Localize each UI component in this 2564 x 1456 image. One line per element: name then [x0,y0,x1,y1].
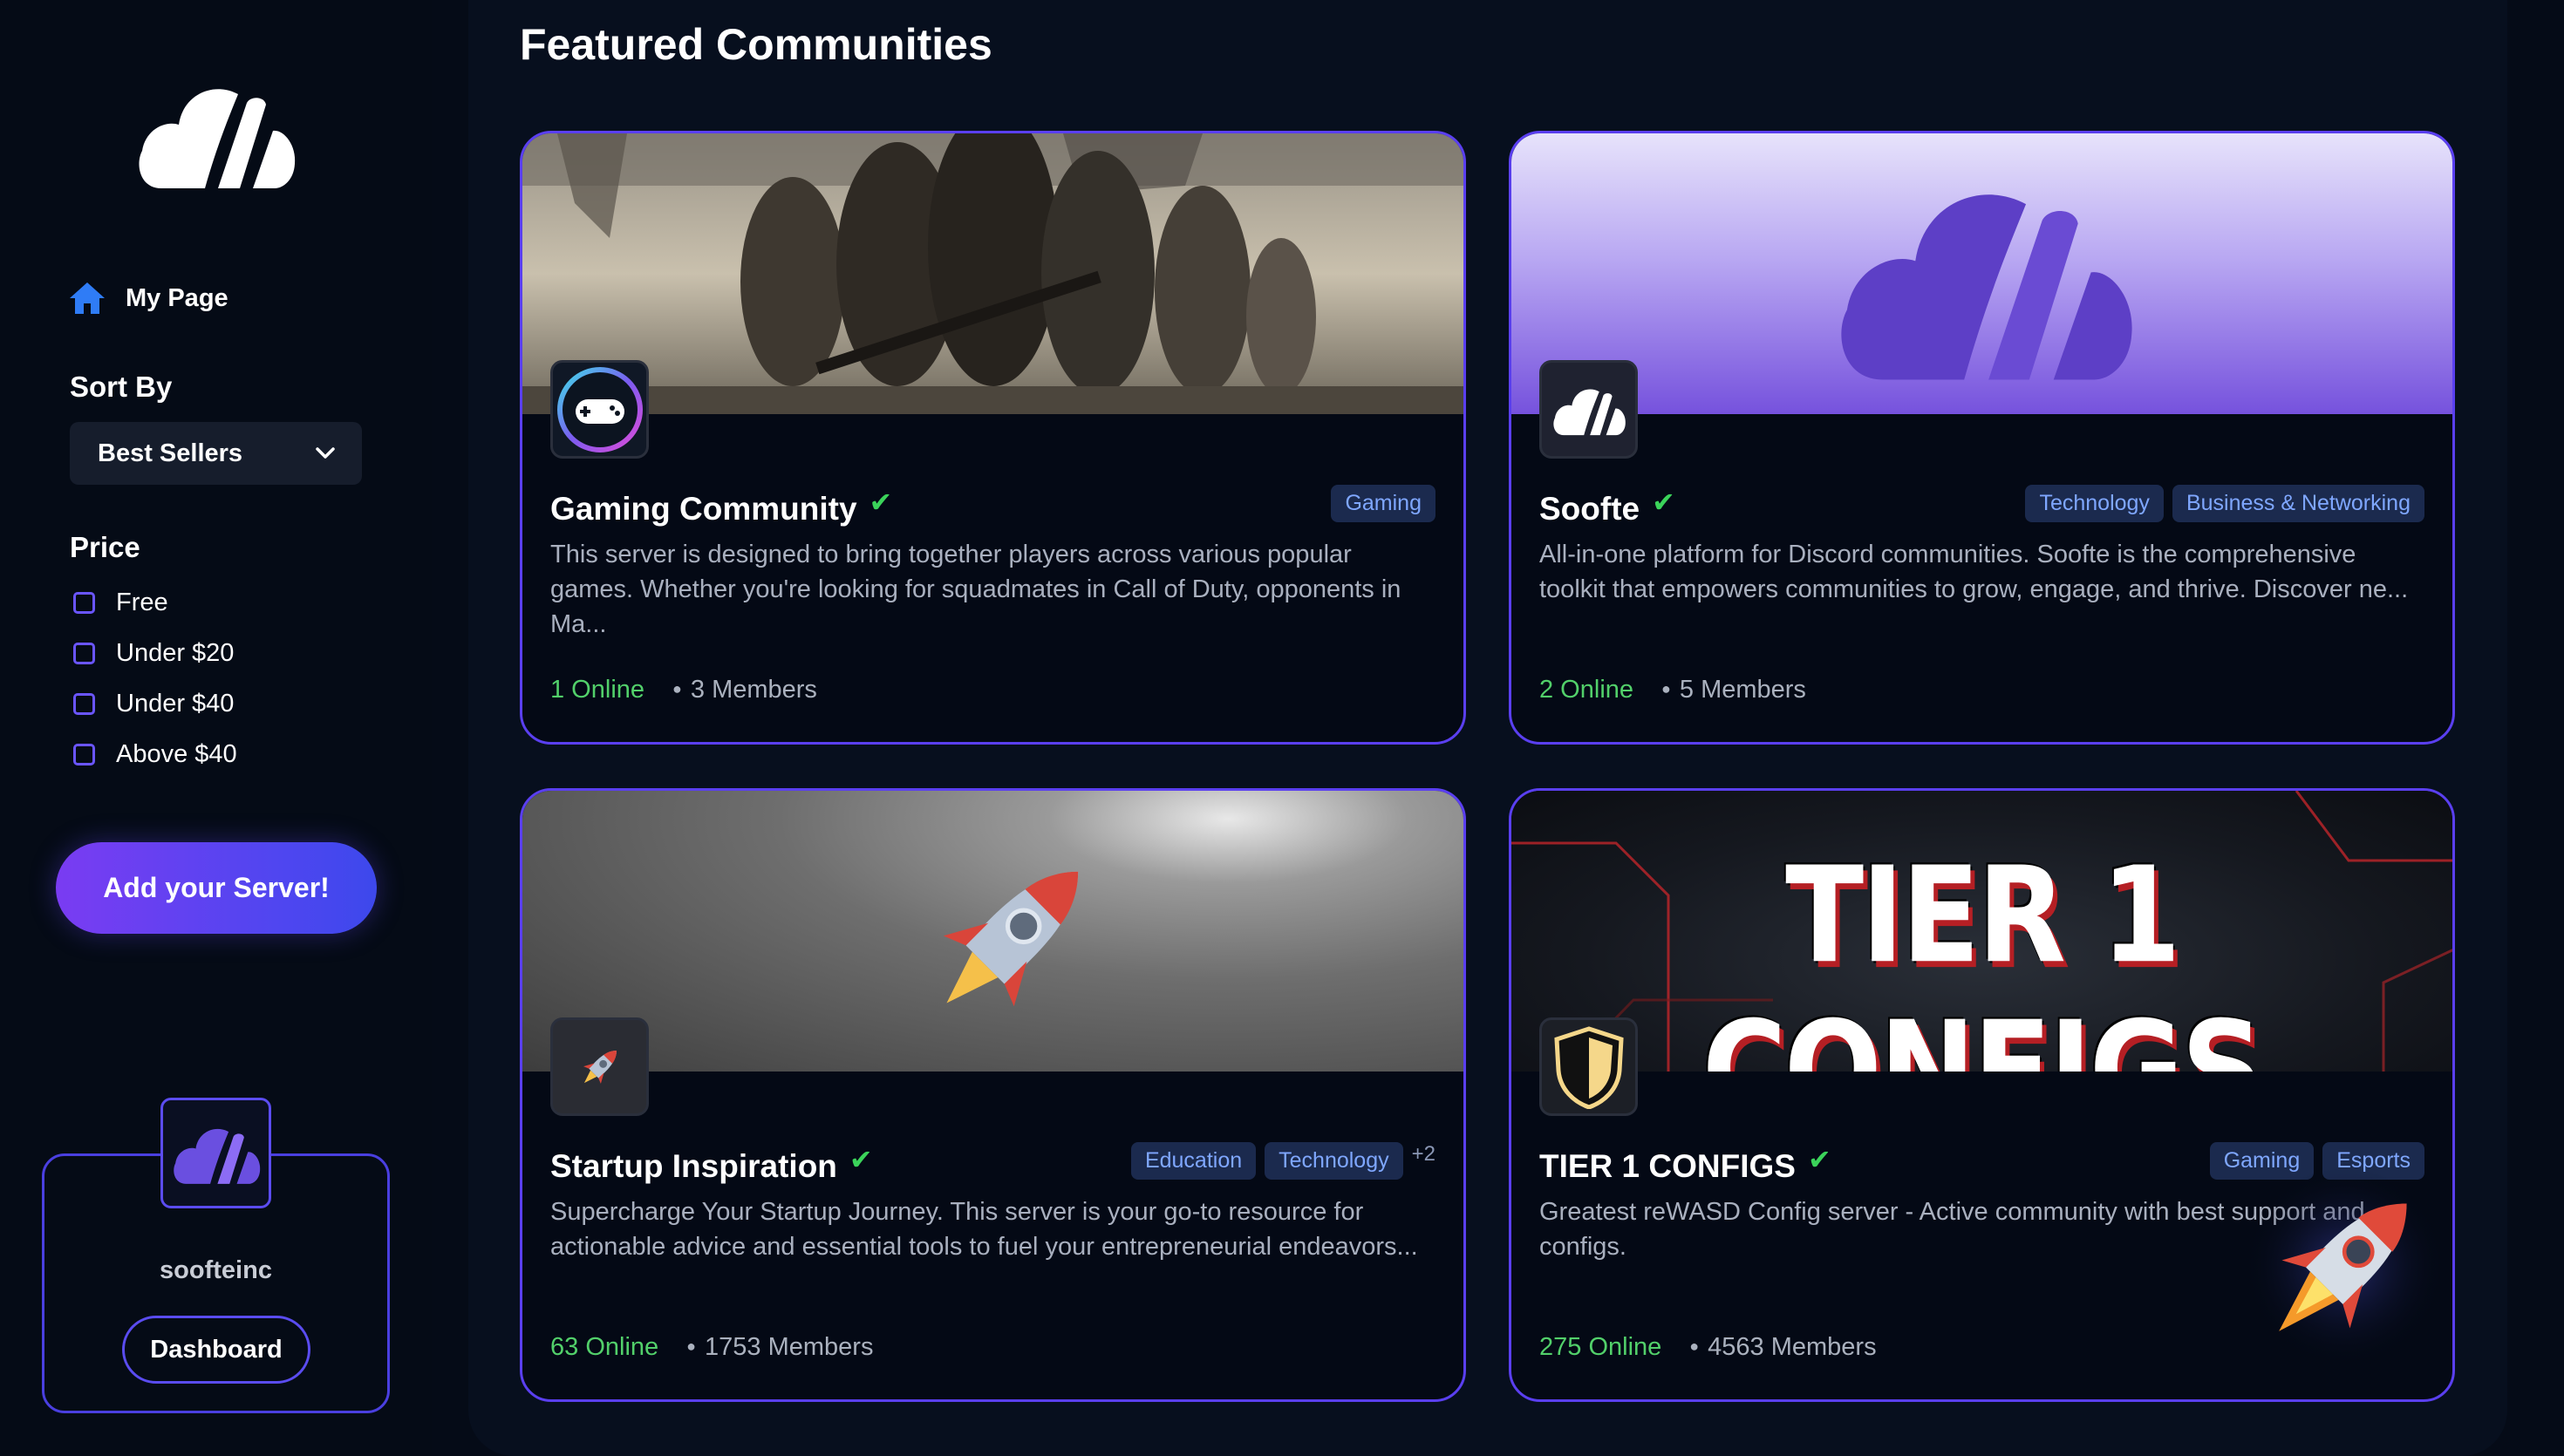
card-title: Startup Inspiration ✔ [550,1144,873,1185]
soofte-cloud-icon [173,1128,260,1184]
card-tags: Technology Business & Networking [2025,485,2424,522]
community-card-soofte[interactable]: Soofte ✔ Technology Business & Networkin… [1509,131,2455,745]
card-description: Supercharge Your Startup Journey. This s… [550,1198,1418,1261]
user-avatar[interactable] [160,1098,271,1208]
verified-check-icon: ✔ [1652,486,1675,518]
rocket-floating-icon[interactable] [2244,1166,2445,1366]
card-icon [550,360,649,459]
member-count: 3 Members [672,676,817,704]
online-count: 275 Online [1539,1333,1662,1361]
card-tags: Education Technology +2 [1130,1142,1435,1180]
home-icon [70,282,105,314]
card-title: TIER 1 CONFIGS ✔ [1539,1144,1831,1185]
sort-by-title: Sort By [70,371,173,403]
card-title: Gaming Community ✔ [550,486,892,527]
card-description: This server is designed to bring togethe… [550,541,1401,638]
price-option-label: Under $40 [116,690,235,718]
tag-badge[interactable]: Education [1130,1142,1257,1180]
member-count: 4563 Members [1689,1333,1876,1362]
verified-check-icon: ✔ [869,486,893,518]
verified-check-icon: ✔ [1807,1144,1831,1175]
more-tags-count[interactable]: +2 [1412,1142,1435,1167]
card-description: All-in-one platform for Discord communit… [1539,541,2409,603]
shield-icon [1553,1025,1624,1109]
card-banner: TIER 1 CONFIGS [1511,791,2452,1072]
card-title-text: Gaming Community [550,491,857,527]
rocket-icon [583,1050,617,1084]
card-icon [1539,1017,1638,1116]
sidebar: My Page Sort By Best Sellers Price Free … [0,0,432,1456]
card-stats: 2 Online 5 Members [1539,676,1806,704]
card-stats: 1 Online 3 Members [550,676,817,704]
price-option-under-40[interactable]: Under $40 [73,690,234,718]
add-server-button[interactable]: Add your Server! [56,842,377,934]
price-option-under-20[interactable]: Under $20 [73,639,234,668]
tag-badge[interactable]: Technology [2025,485,2164,522]
price-option-label: Above $40 [116,740,237,768]
card-title-text: Startup Inspiration [550,1148,837,1184]
price-option-label: Under $20 [116,639,235,667]
price-option-above-40[interactable]: Above $40 [73,740,237,769]
card-banner [522,133,1463,414]
soldiers-banner-image [522,133,1463,414]
tag-badge[interactable]: Gaming [1331,485,1435,522]
card-stats: 63 Online 1753 Members [550,1333,873,1362]
card-banner [1511,133,2452,414]
tag-badge[interactable]: Business & Networking [2172,485,2424,522]
verified-check-icon: ✔ [849,1144,873,1175]
card-title-text: TIER 1 CONFIGS [1539,1148,1796,1184]
online-count: 2 Online [1539,676,1634,704]
community-card-tier1-configs[interactable]: TIER 1 CONFIGS TIER 1 CONFIGS ✔ Gaming E… [1509,788,2455,1402]
price-option-label: Free [116,589,168,616]
sort-by-value: Best Sellers [98,439,243,467]
price-checkbox[interactable] [73,592,95,614]
card-banner [522,791,1463,1072]
price-checkbox[interactable] [73,643,95,664]
rocket-banner-image [943,871,1079,1007]
dashboard-button[interactable]: Dashboard [122,1316,310,1384]
community-card-gaming[interactable]: Gaming Community ✔ Gaming This server is… [520,131,1466,745]
price-checkbox[interactable] [73,744,95,765]
nav-my-page-label: My Page [126,283,228,312]
online-count: 63 Online [550,1333,659,1361]
card-title: Soofte ✔ [1539,486,1675,527]
username: soofteinc [160,1256,272,1284]
soofte-banner-logo [1841,194,2132,380]
price-option-free[interactable]: Free [73,589,168,617]
community-card-startup-inspiration[interactable]: Startup Inspiration ✔ Education Technolo… [520,788,1466,1402]
chevron-down-icon [316,447,335,459]
price-checkbox[interactable] [73,693,95,715]
card-icon [1539,360,1638,459]
nav-my-page[interactable]: My Page [68,281,228,316]
tag-badge[interactable]: Technology [1265,1142,1403,1180]
card-tags: Gaming [1331,485,1435,522]
soofte-cloud-icon [1552,389,1626,435]
member-count: 1753 Members [686,1333,873,1362]
card-stats: 275 Online 4563 Members [1539,1333,1877,1362]
online-count: 1 Online [550,676,645,704]
gamepad-icon [556,366,643,452]
banner-text: TIER 1 CONFIGS [1701,838,2264,1072]
card-title-text: Soofte [1539,491,1640,527]
price-title: Price [70,531,140,563]
soofte-logo[interactable] [135,77,297,190]
page-title: Featured Communities [520,20,992,69]
member-count: 5 Members [1661,676,1806,704]
sort-by-select[interactable]: Best Sellers [70,422,362,485]
card-icon [550,1017,649,1116]
